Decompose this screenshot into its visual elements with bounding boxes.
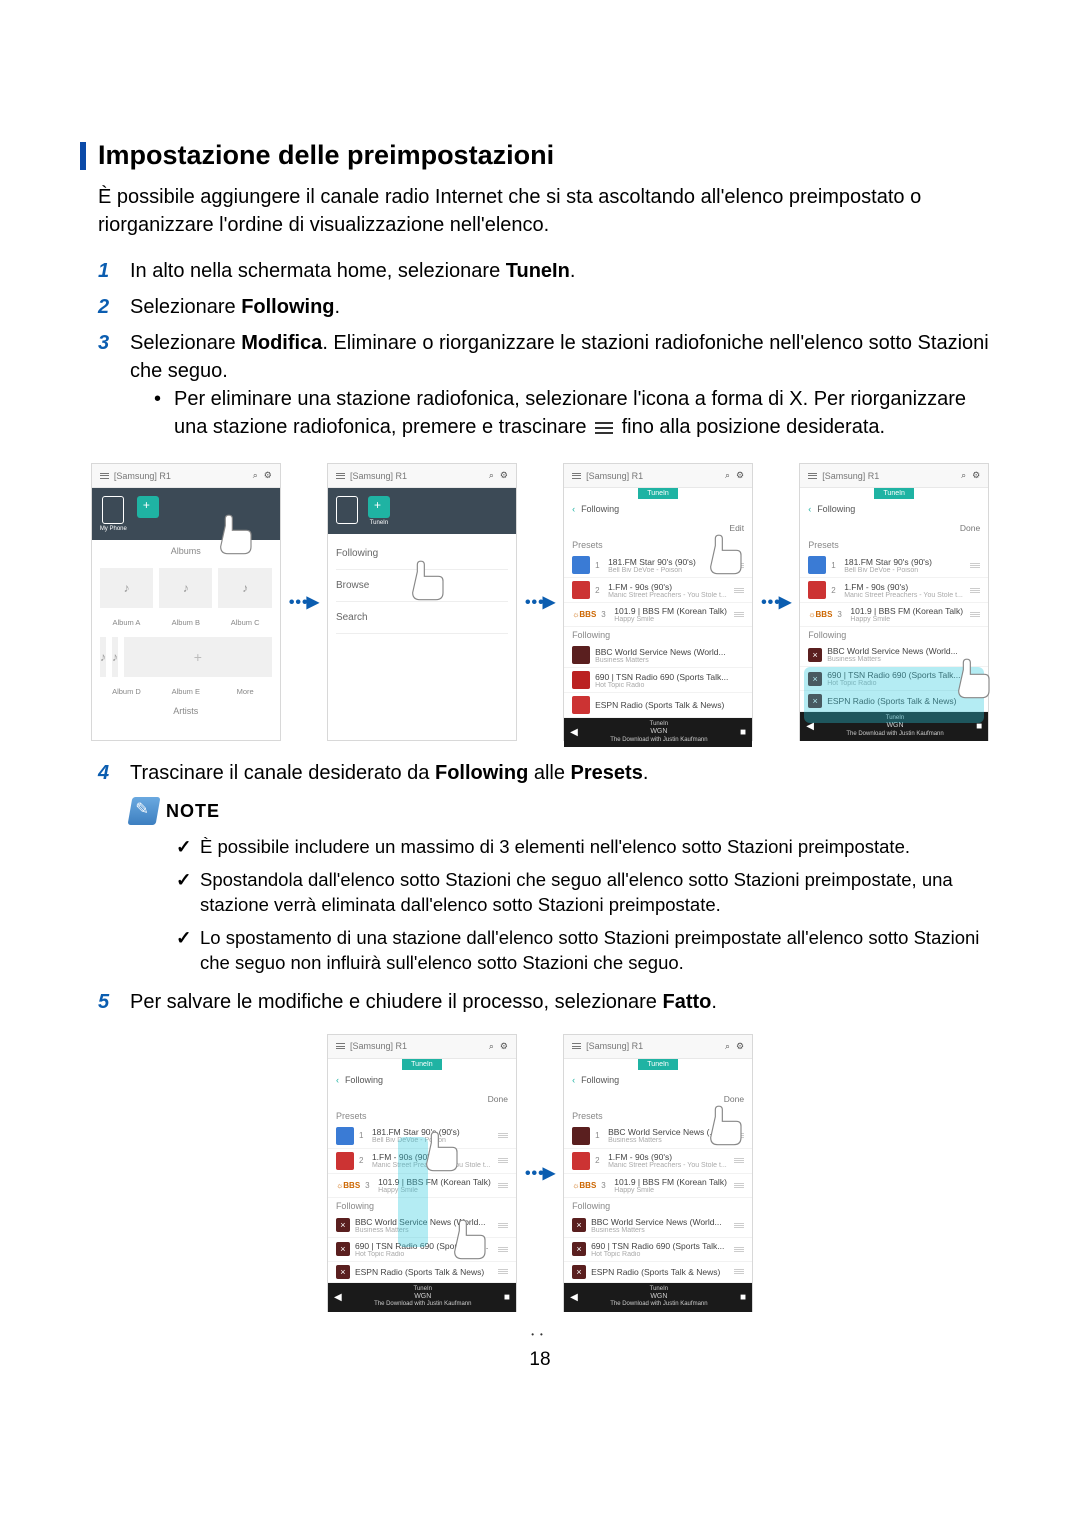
gear-icon: ⚙	[264, 470, 272, 481]
phone-icon	[336, 496, 358, 524]
tunein-tile-icon	[368, 496, 390, 518]
sequence-arrow-icon	[525, 1163, 555, 1183]
drag-handle-icon	[595, 421, 613, 435]
step-body-1: In alto nella schermata home, selezionar…	[130, 257, 1000, 285]
step-number-3: 3	[98, 329, 130, 445]
step-number-1: 1	[98, 257, 130, 285]
note-item: È possibile includere un massimo di 3 el…	[176, 835, 1000, 860]
note-list: È possibile includere un massimo di 3 el…	[80, 835, 1000, 976]
step-body-5: Per salvare le modifiche e chiudere il p…	[130, 988, 1000, 1016]
device-title: [Samsung] R1	[114, 471, 248, 481]
tunein-tile-icon	[137, 496, 159, 518]
screenshot-following-edit: [Samsung] R1 ⌕⚙ TuneIn ‹Following Edit P…	[563, 463, 753, 741]
heading-accent-bar	[80, 142, 86, 170]
step-number-2: 2	[98, 293, 130, 321]
screenshot-row-1: [Samsung] R1 ⌕⚙ My Phone Albums ♪♪♪ Albu…	[80, 463, 1000, 741]
hand-pointer-illustration	[202, 514, 272, 584]
step-number-4: 4	[98, 759, 130, 787]
done-link: Done	[960, 523, 980, 533]
screenshot-following-done: [Samsung] R1 ⌕⚙ TuneIn ‹Following Done P…	[799, 463, 989, 741]
topbar-icons: ⌕⚙	[253, 470, 272, 481]
sequence-arrow-icon	[289, 592, 319, 612]
edit-link: Edit	[729, 523, 744, 533]
hand-pointer-illustration	[394, 560, 464, 630]
hand-pointer-illustration	[940, 658, 1010, 728]
sequence-arrow-icon	[761, 592, 791, 612]
note-item: Lo spostamento di una stazione dall'elen…	[176, 926, 1000, 976]
step-body-4: Trascinare il canale desiderato da Follo…	[130, 759, 1000, 787]
note-item: Spostandola dall'elenco sotto Stazioni c…	[176, 868, 1000, 918]
hand-pointer-illustration	[692, 534, 762, 604]
hand-pointer-illustration	[436, 1219, 506, 1289]
search-icon: ⌕	[253, 470, 258, 481]
screenshot-home: [Samsung] R1 ⌕⚙ My Phone Albums ♪♪♪ Albu…	[91, 463, 281, 741]
page-number: 18	[80, 1349, 1000, 1371]
screenshot-drag-to-presets: [Samsung] R1 ⌕⚙ TuneIn ‹Following Done P…	[327, 1034, 517, 1312]
artists-section-title: Artists	[92, 700, 280, 722]
sequence-arrow-icon	[525, 592, 555, 612]
page-heading: Impostazione delle preimpostazioni	[98, 140, 554, 171]
myphone-label: My Phone	[100, 526, 127, 532]
phone-icon	[102, 496, 124, 524]
step-body-2: Selezionare Following.	[130, 293, 1000, 321]
intro-paragraph: È possibile aggiungere il canale radio I…	[80, 183, 1000, 239]
screenshot-tunein-menu: [Samsung] R1 ⌕⚙ TuneIn Following Browse …	[327, 463, 517, 741]
following-header: Following	[581, 504, 619, 514]
page-dots: ••	[80, 1330, 1000, 1339]
note-pencil-icon	[128, 797, 161, 825]
hamburger-icon	[100, 473, 109, 479]
hand-pointer-illustration	[692, 1105, 762, 1175]
step-body-3: Selezionare Modifica. Eliminare o riorga…	[130, 329, 1000, 445]
screenshot-row-2: [Samsung] R1 ⌕⚙ TuneIn ‹Following Done P…	[80, 1034, 1000, 1312]
screenshot-done-result: [Samsung] R1 ⌕⚙ TuneIn ‹Following Done P…	[563, 1034, 753, 1312]
note-label: NOTE	[166, 801, 220, 822]
hand-pointer-illustration	[408, 1131, 478, 1201]
following-label: Following	[564, 627, 752, 643]
delete-x-icon: ×	[808, 648, 822, 662]
step-number-5: 5	[98, 988, 130, 1016]
back-arrow-icon: ‹	[572, 504, 575, 514]
more-tile: +	[124, 637, 272, 677]
tunein-tag: TuneIn	[638, 488, 678, 499]
